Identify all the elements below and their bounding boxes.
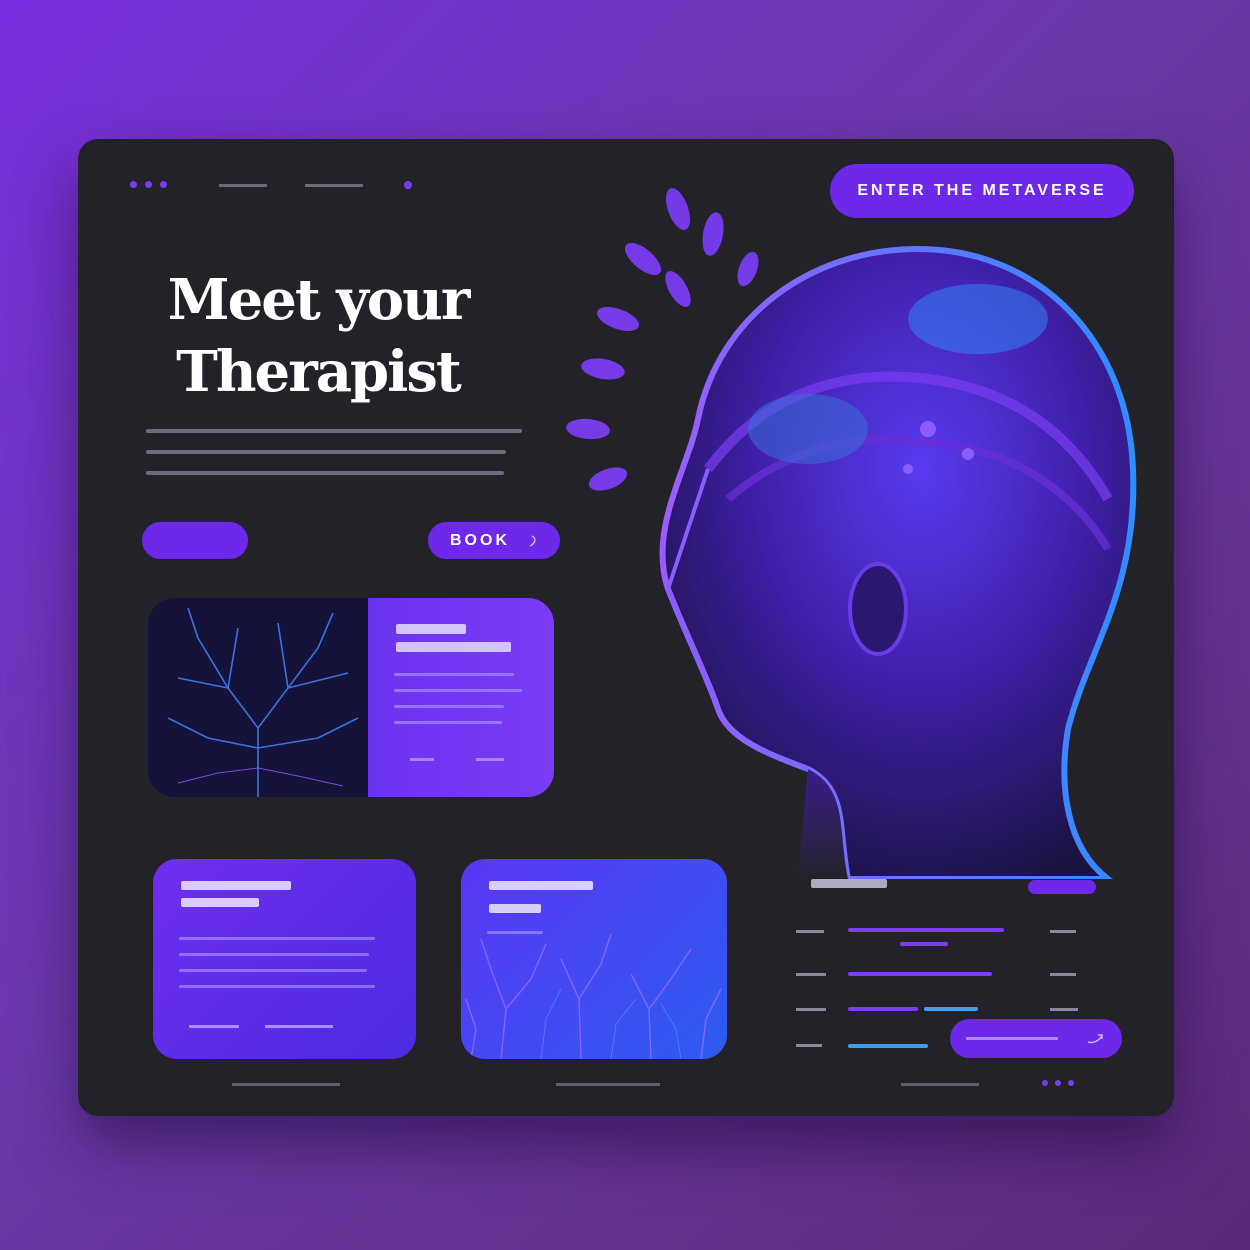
progress-section-title xyxy=(811,879,887,888)
title-line xyxy=(489,904,541,913)
info-card-1[interactable] xyxy=(153,859,416,1059)
text-line xyxy=(487,931,543,934)
text-line xyxy=(179,937,375,940)
text-line xyxy=(146,450,506,454)
info-card-1-link-2[interactable] xyxy=(265,1025,333,1028)
title-line xyxy=(811,879,887,888)
progress-row-label xyxy=(796,1044,822,1047)
text-line xyxy=(394,673,514,676)
progress-row-label xyxy=(796,1008,826,1011)
progress-row-value xyxy=(1050,1008,1078,1011)
info-card-1-title xyxy=(181,881,291,907)
dot xyxy=(160,181,167,188)
text-line xyxy=(179,985,375,988)
progress-bar-secondary xyxy=(900,942,948,946)
text-line xyxy=(394,721,502,724)
text-line xyxy=(179,953,369,956)
chevron-icon xyxy=(1087,1033,1103,1043)
progress-tag[interactable] xyxy=(1028,880,1096,894)
dot xyxy=(130,181,137,188)
progress-bar xyxy=(848,1007,918,1011)
text-line xyxy=(179,969,367,972)
info-card-1-text xyxy=(179,937,379,1001)
footer-link-3[interactable] xyxy=(901,1083,979,1086)
nav-indicator xyxy=(404,181,412,189)
progress-bar xyxy=(848,1044,928,1048)
dot xyxy=(1068,1080,1074,1086)
info-card-2[interactable] xyxy=(461,859,727,1059)
title-line xyxy=(181,881,291,890)
progress-bar-secondary xyxy=(924,1007,978,1011)
headline-line-2: Therapist xyxy=(176,339,462,405)
footer-link-2[interactable] xyxy=(556,1083,660,1086)
feature-card[interactable] xyxy=(148,598,554,797)
enter-metaverse-button[interactable]: ENTER THE METAVERSE xyxy=(830,164,1134,218)
nav-link-1[interactable] xyxy=(219,184,267,187)
secondary-button[interactable] xyxy=(142,522,248,559)
app-window: ENTER THE METAVERSE Meet your Therapist … xyxy=(78,139,1174,1116)
footer-dots-icon xyxy=(1042,1080,1074,1086)
title-line xyxy=(396,624,466,634)
info-card-2-text xyxy=(487,931,547,947)
title-line xyxy=(396,642,511,652)
dot xyxy=(1042,1080,1048,1086)
title-line xyxy=(489,881,593,890)
text-line xyxy=(146,429,522,433)
floating-action-label xyxy=(966,1037,1058,1040)
floating-action-button[interactable] xyxy=(950,1019,1122,1058)
progress-row-label xyxy=(796,973,826,976)
info-card-2-title xyxy=(489,881,593,913)
progress-row-value xyxy=(1050,930,1076,933)
progress-row-label xyxy=(796,930,824,933)
info-card-1-link-1[interactable] xyxy=(189,1025,239,1028)
text-line xyxy=(394,705,504,708)
progress-bar xyxy=(848,928,1004,932)
nav-link-2[interactable] xyxy=(305,184,363,187)
book-button[interactable]: BOOK xyxy=(428,522,560,559)
title-line xyxy=(181,898,259,907)
neural-tree-illustration xyxy=(148,598,368,797)
feature-card-text xyxy=(394,673,524,737)
text-line xyxy=(394,689,522,692)
feature-card-title xyxy=(396,624,511,652)
feature-card-link-1[interactable] xyxy=(410,758,434,761)
window-dots-icon xyxy=(130,181,167,188)
progress-bar xyxy=(848,972,992,976)
headline-line-1: Meet your xyxy=(167,267,471,333)
progress-row-value xyxy=(1050,973,1076,976)
arrow-icon xyxy=(529,534,536,547)
text-line xyxy=(146,471,504,475)
dot xyxy=(145,181,152,188)
brain-head-illustration xyxy=(566,188,1137,879)
feature-card-link-2[interactable] xyxy=(476,758,504,761)
intro-text-placeholder xyxy=(146,429,526,492)
page-title: Meet your Therapist xyxy=(148,264,488,408)
book-label: BOOK xyxy=(450,531,510,549)
footer-link-1[interactable] xyxy=(232,1083,340,1086)
dot xyxy=(1055,1080,1061,1086)
